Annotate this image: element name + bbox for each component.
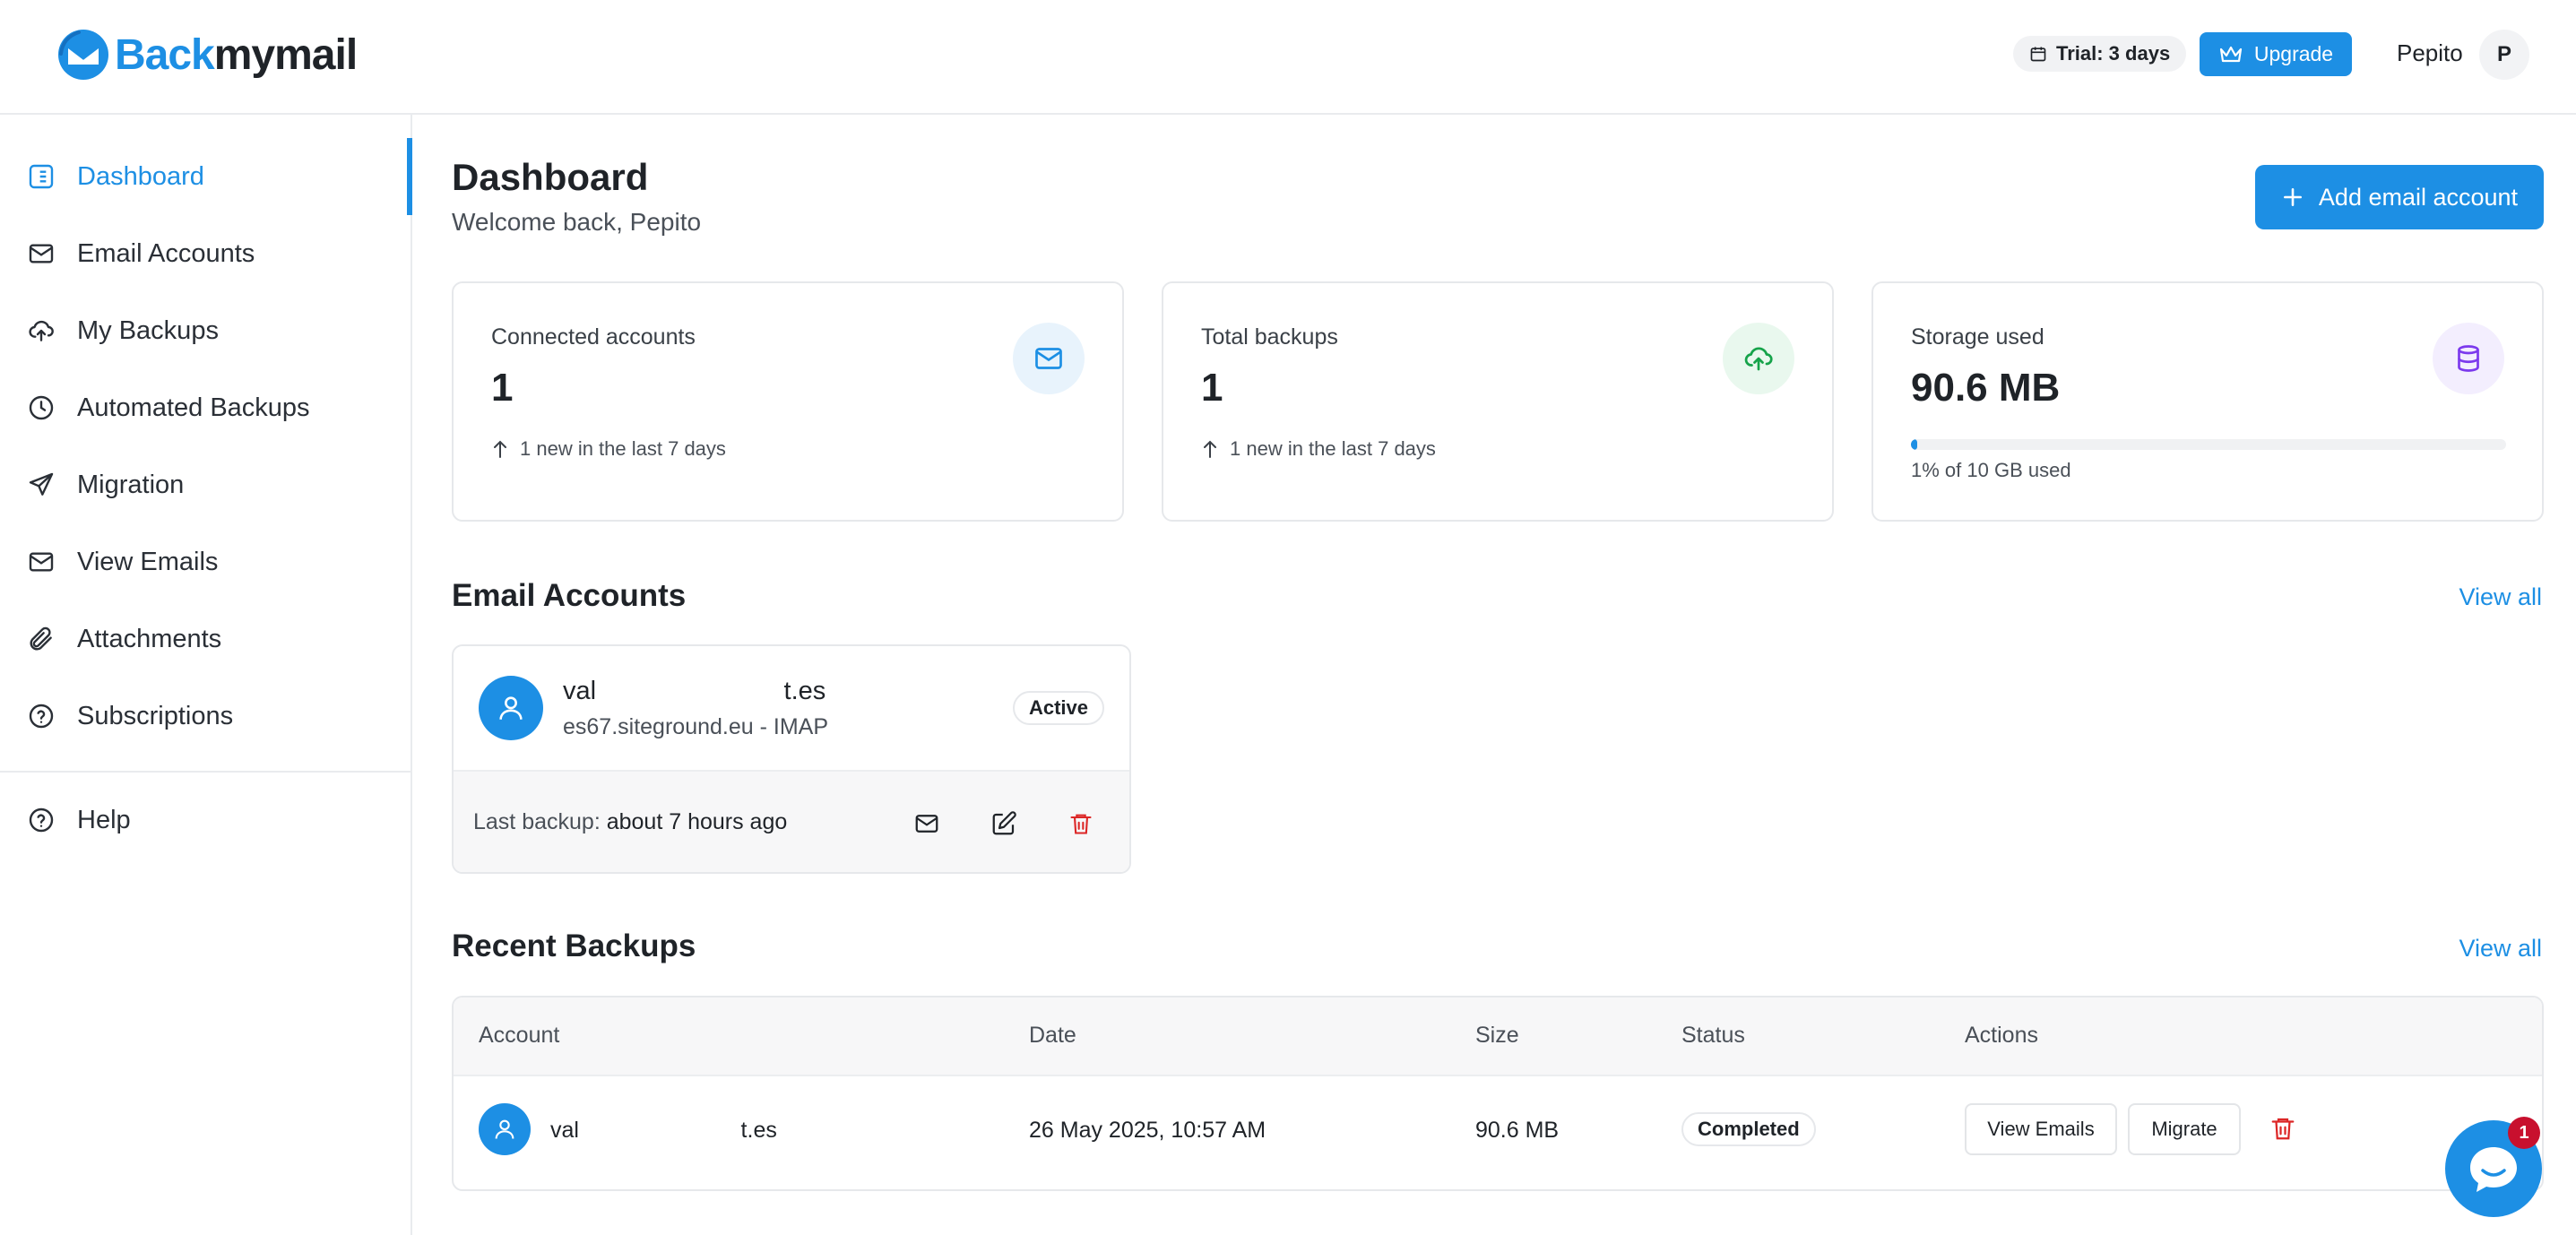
sidebar-item-help[interactable]: Help — [0, 782, 411, 859]
chat-notification-badge: 1 — [2508, 1117, 2540, 1149]
account-email: val t.es — [563, 677, 826, 705]
mail-icon — [25, 238, 57, 270]
paperclip-icon — [25, 623, 57, 655]
recent-backups-heading: Recent Backups — [452, 928, 696, 963]
sidebar-item-view-emails[interactable]: View Emails — [0, 523, 411, 600]
sidebar-item-label: Automated Backups — [77, 393, 310, 422]
edit-icon[interactable] — [986, 806, 1022, 842]
storage-progress-fill — [1911, 439, 1917, 450]
arrow-up-icon — [491, 439, 509, 459]
sidebar-item-label: Dashboard — [77, 161, 204, 191]
column-header-size: Size — [1475, 1023, 1519, 1048]
user-icon — [479, 1103, 531, 1155]
view-emails-icon[interactable] — [909, 806, 945, 842]
sidebar-item-dashboard[interactable]: Dashboard — [0, 138, 412, 215]
stat-label: Storage used — [1911, 324, 2044, 350]
clock-icon — [25, 392, 57, 424]
user-icon — [479, 676, 543, 740]
page-subtitle: Welcome back, Pepito — [452, 208, 702, 236]
mail-icon — [25, 546, 57, 578]
upgrade-button[interactable]: Upgrade — [2200, 32, 2352, 76]
stat-value: 1 — [491, 366, 514, 410]
sidebar-divider — [0, 771, 411, 773]
table-header: Account Date Size Status Actions — [454, 998, 2542, 1076]
stat-label: Total backups — [1201, 324, 1338, 350]
plus-icon — [2281, 186, 2304, 209]
sidebar-item-subscriptions[interactable]: Subscriptions — [0, 678, 411, 755]
column-header-actions: Actions — [1965, 1023, 2038, 1048]
stat-label: Connected accounts — [491, 324, 696, 350]
column-header-status: Status — [1681, 1023, 1745, 1048]
storage-progress-bar — [1911, 439, 2506, 450]
email-account-footer: Last backup: about 7 hours ago — [454, 770, 1129, 872]
sidebar-item-label: Email Accounts — [77, 238, 255, 268]
stat-note: 1 new in the last 7 days — [491, 437, 726, 461]
row-size: 90.6 MB — [1475, 1118, 1560, 1143]
cloud-upload-icon — [25, 315, 57, 347]
user-avatar[interactable]: P — [2479, 30, 2529, 80]
sidebar-item-email-accounts[interactable]: Email Accounts — [0, 215, 411, 292]
email-accounts-heading: Email Accounts — [452, 578, 687, 613]
add-email-account-button[interactable]: Add email account — [2255, 165, 2544, 229]
add-email-account-label: Add email account — [2318, 183, 2519, 211]
calendar-icon — [2029, 45, 2047, 63]
stat-card-total-backups: Total backups 1 1 new in the last 7 days — [1162, 281, 1834, 522]
chat-bubble-icon — [2467, 1144, 2520, 1194]
logo[interactable]: Backmymail — [56, 25, 358, 84]
sidebar-item-my-backups[interactable]: My Backups — [0, 292, 411, 369]
sidebar-item-label: My Backups — [77, 315, 219, 345]
sidebar-item-label: Help — [77, 805, 131, 834]
stat-value: 1 — [1201, 366, 1223, 410]
status-badge: Active — [1012, 691, 1104, 725]
user-name[interactable]: Pepito — [2397, 39, 2463, 67]
sidebar: Dashboard Email Accounts My Backups Auto… — [0, 115, 412, 1235]
last-backup-text: Last backup: about 7 hours ago — [473, 809, 788, 834]
arrow-up-icon — [1201, 439, 1219, 459]
email-account-card: val t.es es67.siteground.eu - IMAP Activ… — [452, 644, 1131, 874]
stat-value: 90.6 MB — [1911, 366, 2061, 410]
database-icon — [2433, 323, 2504, 394]
row-account: val t.es — [550, 1118, 777, 1143]
help-circle-icon — [25, 804, 57, 836]
view-emails-button[interactable]: View Emails — [1965, 1103, 2117, 1155]
row-date: 26 May 2025, 10:57 AM — [1029, 1118, 1266, 1143]
logo-text: Backmymail — [115, 30, 358, 79]
list-icon — [25, 160, 57, 193]
column-header-date: Date — [1029, 1023, 1076, 1048]
email-accounts-view-all-link[interactable]: View all — [2459, 583, 2542, 611]
sidebar-item-attachments[interactable]: Attachments — [0, 600, 411, 678]
cloud-upload-icon — [1723, 323, 1794, 394]
status-badge: Completed — [1681, 1112, 1816, 1146]
mail-icon — [1013, 323, 1085, 394]
sidebar-item-label: View Emails — [77, 547, 219, 576]
sidebar-item-label: Subscriptions — [77, 701, 234, 730]
stat-card-connected-accounts: Connected accounts 1 1 new in the last 7… — [452, 281, 1124, 522]
top-bar: Backmymail Trial: 3 days Upgrade Pepito … — [0, 0, 2576, 115]
sidebar-item-automated-backups[interactable]: Automated Backups — [0, 369, 411, 446]
email-account-info: val t.es es67.siteground.eu - IMAP Activ… — [454, 646, 1129, 770]
sidebar-item-migration[interactable]: Migration — [0, 446, 411, 523]
account-server: es67.siteground.eu - IMAP — [563, 714, 828, 739]
send-icon — [25, 469, 57, 501]
stat-note: 1 new in the last 7 days — [1201, 437, 1436, 461]
delete-icon[interactable] — [2269, 1114, 2296, 1143]
upgrade-label: Upgrade — [2253, 42, 2334, 65]
trial-badge: Trial: 3 days — [2013, 36, 2187, 72]
recent-backups-table: Account Date Size Status Actions val t.e… — [452, 996, 2544, 1191]
migrate-button[interactable]: Migrate — [2128, 1103, 2241, 1155]
column-header-account: Account — [479, 1023, 560, 1048]
delete-icon[interactable] — [1063, 806, 1099, 842]
stat-card-storage-used: Storage used 90.6 MB 1% of 10 GB used — [1871, 281, 2544, 522]
crown-icon — [2218, 44, 2243, 65]
sidebar-item-label: Migration — [77, 470, 185, 499]
storage-note: 1% of 10 GB used — [1911, 459, 2071, 481]
envelope-logo-icon — [56, 27, 111, 82]
page-title: Dashboard — [452, 156, 649, 198]
help-circle-icon — [25, 700, 57, 732]
sidebar-item-label: Attachments — [77, 624, 222, 653]
recent-backups-view-all-link[interactable]: View all — [2459, 935, 2542, 963]
trial-label: Trial: 3 days — [2056, 42, 2171, 65]
